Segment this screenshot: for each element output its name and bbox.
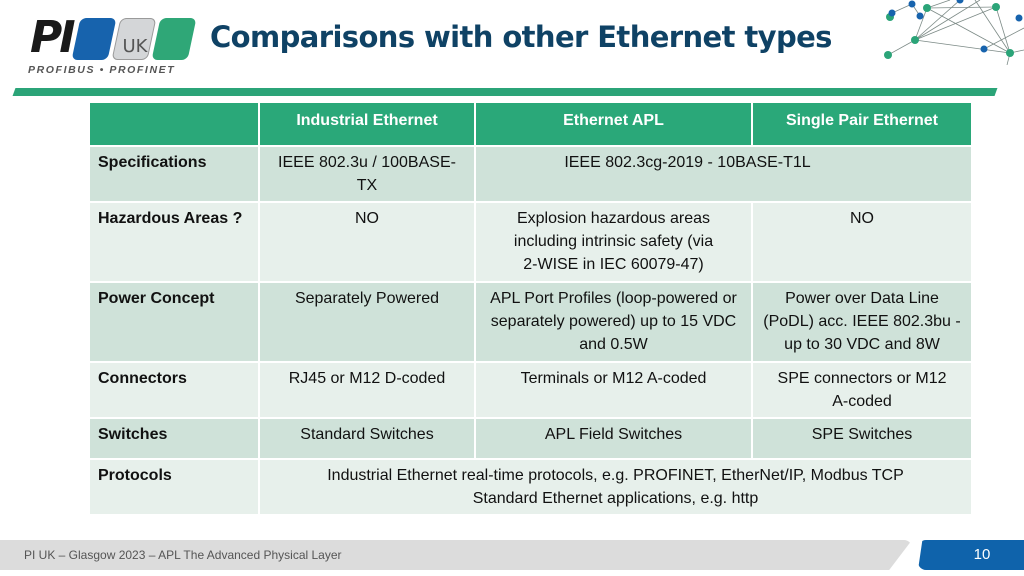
row-label: Switches — [88, 417, 260, 460]
table-row: Power Concept Separately Powered APL Por… — [88, 281, 973, 363]
cell-industrial: IEEE 802.3u / 100BASE-TX — [258, 145, 476, 203]
cell-apl: APL Field Switches — [474, 417, 753, 460]
page-number: 10 — [973, 546, 991, 563]
cell-spe: Power over Data Line (PoDL) acc. IEEE 80… — [751, 281, 973, 363]
cell-spe: NO — [751, 201, 973, 283]
title-underline-bar — [12, 88, 998, 96]
cell-spe: SPE connectors or M12 A-coded — [751, 361, 973, 419]
logo-green-block — [151, 18, 197, 60]
table-row: Switches Standard Switches APL Field Swi… — [88, 417, 973, 460]
header-ethernet-apl: Ethernet APL — [474, 101, 753, 147]
cell-protocols-merged: Industrial Ethernet real-time protocols,… — [258, 458, 973, 516]
table-row: Protocols Industrial Ethernet real-time … — [88, 458, 973, 516]
header-cell-empty — [88, 101, 260, 147]
cell-industrial: NO — [258, 201, 476, 283]
cell-apl: Explosion hazardous areas including intr… — [474, 201, 753, 283]
header-industrial-ethernet: Industrial Ethernet — [258, 101, 476, 147]
table-row: Hazardous Areas ? NO Explosion hazardous… — [88, 201, 973, 283]
cell-spe: SPE Switches — [751, 417, 973, 460]
table-row: Connectors RJ45 or M12 D-coded Terminals… — [88, 361, 973, 419]
cell-apl-spe-merged: IEEE 802.3cg-2019 - 10BASE-T1L — [474, 145, 973, 203]
cell-industrial: RJ45 or M12 D-coded — [258, 361, 476, 419]
row-label: Hazardous Areas ? — [88, 201, 260, 283]
comparison-table: Industrial Ethernet Ethernet APL Single … — [88, 101, 973, 516]
footer-text: PI UK – Glasgow 2023 – APL The Advanced … — [24, 548, 342, 562]
table-header-row: Industrial Ethernet Ethernet APL Single … — [88, 101, 973, 147]
protocols-line-2: Standard Ethernet applications, e.g. htt… — [472, 490, 759, 507]
header-single-pair-ethernet: Single Pair Ethernet — [751, 101, 973, 147]
pi-uk-logo: PI UK PROFIBUS • PROFINET — [28, 12, 197, 78]
table-row: Specifications IEEE 802.3u / 100BASE-TX … — [88, 145, 973, 203]
row-label: Specifications — [88, 145, 260, 203]
cell-apl: APL Port Profiles (loop-powered or separ… — [474, 281, 753, 363]
logo-badge: UK — [122, 36, 148, 57]
logo-tagline: PROFIBUS • PROFINET — [28, 64, 176, 76]
row-label: Connectors — [88, 361, 260, 419]
cell-industrial: Separately Powered — [258, 281, 476, 363]
network-nodes-icon — [884, 0, 1024, 65]
row-label: Power Concept — [88, 281, 260, 363]
slide-title: Comparisons with other Ethernet types — [210, 20, 832, 54]
row-label: Protocols — [88, 458, 260, 516]
logo-blue-block — [71, 18, 117, 60]
cell-industrial: Standard Switches — [258, 417, 476, 460]
protocols-line-1: Industrial Ethernet real-time protocols,… — [327, 467, 904, 484]
cell-apl: Terminals or M12 A-coded — [474, 361, 753, 419]
logo-mark: PI — [30, 12, 76, 63]
